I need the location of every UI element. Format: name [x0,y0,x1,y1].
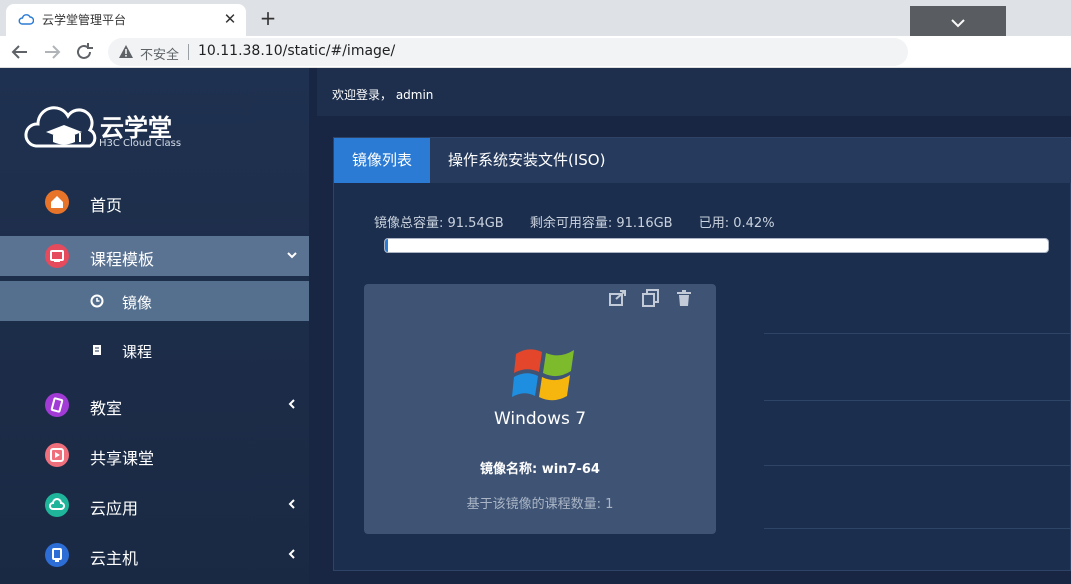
tab-title: 云学堂管理平台 [42,13,127,27]
free-capacity: 剩余可用容量: 91.16GB [529,216,673,231]
main-content: 欢迎登录， admin 镜像列表 操作系统安装文件(ISO) 镜像总容量: 91… [309,68,1071,584]
sidebar-item-shared-class[interactable]: 共享课堂 [0,435,309,475]
template-icon [45,244,69,268]
copy-icon[interactable] [641,288,661,308]
capacity-progress-fill [385,239,389,252]
sidebar-item-cloud-app[interactable]: 云应用 [0,485,309,525]
reload-icon[interactable] [72,40,96,64]
used-capacity: 已用: 0.42% [698,216,775,231]
chevron-left-icon [288,499,295,509]
browser-toolbar: 不安全 10.11.38.10/static/#/image/ [0,36,1071,68]
classroom-icon [45,393,69,417]
row-divider [764,528,1071,529]
card-actions [608,288,708,310]
capacity-progress-bar [384,238,1049,253]
chevron-left-icon [288,549,295,559]
browser-tab-bar: 云学堂管理平台 ✕ + [0,0,1071,42]
chevron-down-icon [951,19,965,28]
row-divider [764,333,1071,334]
image-card[interactable]: Windows 7 镜像名称: win7-64 基于该镜像的课程数量: 1 [364,284,716,534]
book-icon [93,345,101,355]
total-capacity: 镜像总容量: 91.54GB [374,216,504,231]
sidebar-item-cloud-host[interactable]: 云主机 [0,535,309,575]
url-separator [188,44,189,60]
host-icon [45,543,69,567]
tab-iso-files[interactable]: 操作系统安装文件(ISO) [448,138,605,183]
warning-icon[interactable] [118,44,134,60]
image-name: 镜像名称: win7-64 [480,462,600,477]
home-icon [45,190,69,214]
back-arrow-icon[interactable] [8,40,32,64]
cloud-cap-logo-icon [24,106,97,148]
sidebar-item-label: 云应用 [90,499,139,518]
main-header: 欢迎登录， admin [317,68,1071,116]
sidebar-subitem-label: 镜像 [122,294,153,312]
chevron-down-icon [287,252,297,259]
os-name: Windows 7 [493,409,587,429]
sidebar-item-classroom[interactable]: 教室 [0,385,309,425]
address-bar[interactable]: 不安全 10.11.38.10/static/#/image/ [108,38,908,66]
windows-logo-icon [512,349,574,401]
brand-subtitle: H3C Cloud Class [99,138,182,149]
forward-arrow-icon[interactable] [40,40,64,64]
row-divider [764,400,1071,401]
sidebar-item-label: 首页 [90,196,123,215]
sidebar-subitem-course[interactable]: 课程 [0,330,309,370]
capacity-summary: 镜像总容量: 91.54GB 剩余可用容量: 91.16GB 已用: 0.42% [374,212,797,231]
sidebar-item-course-template[interactable]: 课程模板 [0,236,309,276]
sidebar-item-home[interactable]: 首页 [0,182,309,222]
export-icon[interactable] [608,288,628,308]
sidebar-item-label: 共享课堂 [90,449,155,468]
trash-icon[interactable] [674,288,694,308]
sidebar-item-label: 课程模板 [90,250,155,269]
panel-tabs: 镜像列表 操作系统安装文件(ISO) [334,138,1071,183]
sidebar-subitem-label: 课程 [122,343,153,361]
tab-close-icon[interactable]: ✕ [220,9,240,29]
cloud-favicon-icon [18,14,34,25]
course-count: 基于该镜像的课程数量: 1 [466,497,614,512]
clock-icon [90,294,104,308]
sidebar-item-label: 云主机 [90,549,139,568]
new-tab-button[interactable]: + [256,6,280,30]
play-icon [45,443,69,467]
sidebar: 云学堂 H3C Cloud Class 首页 课程模板 镜像 课程 教室 共享课… [0,68,309,584]
chevron-left-icon [288,399,295,409]
welcome-text: 欢迎登录， admin [332,88,434,102]
sidebar-subitem-image[interactable]: 镜像 [0,281,309,321]
tab-image-list[interactable]: 镜像列表 [334,138,430,183]
row-divider [764,465,1071,466]
url-text[interactable]: 10.11.38.10/static/#/image/ [198,43,395,59]
cloud-app-icon [45,493,69,517]
sidebar-item-label: 教室 [90,399,123,418]
browser-tab[interactable]: 云学堂管理平台 ✕ [6,4,246,36]
image-panel: 镜像列表 操作系统安装文件(ISO) 镜像总容量: 91.54GB 剩余可用容量… [333,137,1071,571]
insecure-label: 不安全 [140,48,180,63]
